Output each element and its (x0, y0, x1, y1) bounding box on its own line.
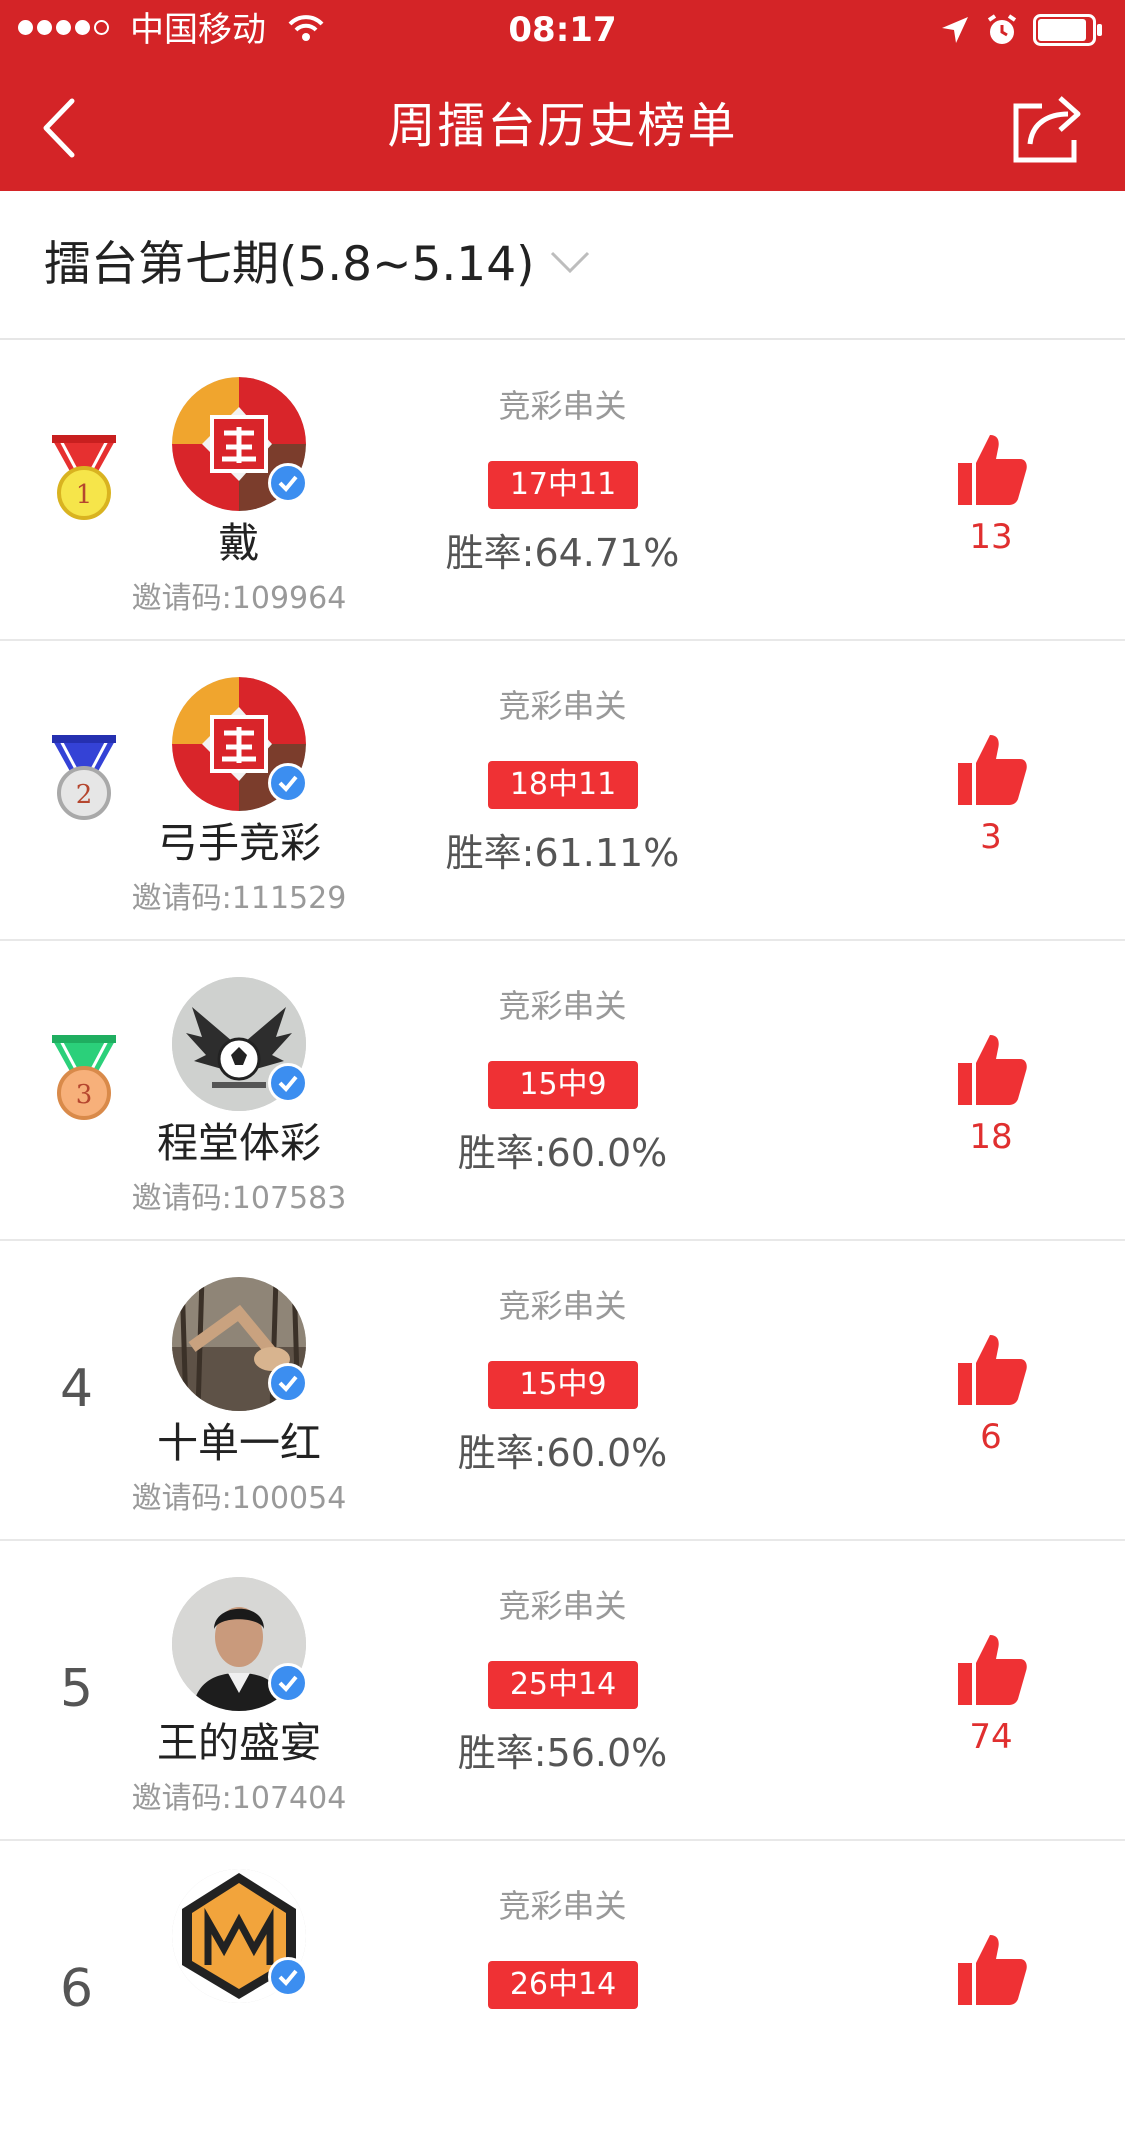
like-count: 18 (969, 1117, 1013, 1157)
invite-code: 邀请码:109964 (131, 581, 347, 616)
verified-badge-icon (268, 763, 308, 803)
thumbs-up-icon[interactable] (954, 1033, 1028, 1107)
ranking-row-5[interactable]: 5 王的盛宴 邀请码:107404 竞彩串关 25中14 胜率:56.0% 74 (0, 1541, 1125, 1841)
gold-medal-icon: 1 (52, 435, 116, 520)
location-arrow-icon (942, 17, 968, 43)
verified-badge-icon (268, 463, 308, 503)
record-badge: 25中14 (488, 1661, 638, 1709)
period-selector[interactable]: 擂台第七期(5.8~5.14) (0, 191, 1125, 340)
verified-badge-icon (268, 1957, 308, 1997)
rank-number: 5 (60, 1659, 94, 1719)
thumbs-up-icon[interactable] (954, 1933, 1028, 2007)
thumbs-up-icon[interactable] (954, 1333, 1028, 1407)
game-type: 竞彩串关 (498, 1887, 627, 1925)
verified-badge-icon (268, 1663, 308, 1703)
ranking-row-2[interactable]: 2 弓手竞彩 邀请码:111529 竞彩串关 18中11 胜率:61.11% 3 (0, 641, 1125, 941)
alarm-clock-icon (987, 14, 1017, 44)
game-type: 竞彩串关 (498, 687, 627, 725)
record-badge: 18中11 (488, 761, 638, 809)
win-rate: 胜率:61.11% (445, 831, 680, 875)
game-type: 竞彩串关 (498, 387, 627, 425)
thumbs-up-icon[interactable] (954, 1633, 1028, 1707)
game-type: 竞彩串关 (498, 1287, 627, 1325)
thumbs-up-icon[interactable] (954, 733, 1028, 807)
win-rate: 胜率:64.71% (445, 531, 680, 575)
record-badge: 17中11 (488, 461, 638, 509)
game-type: 竞彩串关 (498, 987, 627, 1025)
silver-medal-icon: 2 (52, 735, 116, 820)
win-rate: 胜率:60.0% (457, 1431, 668, 1475)
svg-text:1: 1 (76, 480, 93, 510)
user-name[interactable]: 十单一红 (88, 1417, 390, 1469)
thumbs-up-icon[interactable] (954, 433, 1028, 507)
status-bar: 中国移动 08:17 (0, 0, 1125, 60)
win-rate: 胜率:60.0% (457, 1131, 668, 1175)
invite-code: 邀请码:107583 (131, 1181, 347, 1216)
ranking-row-1[interactable]: 1 戴 邀请码:109964 竞彩串关 17中11 胜率:64.71% 13 (0, 341, 1125, 641)
ranking-row-6[interactable]: 6 竞彩串关 26中14 (0, 1841, 1125, 2141)
user-name[interactable]: 程堂体彩 (88, 1117, 390, 1169)
record-badge: 15中9 (488, 1361, 638, 1409)
ranking-row-4[interactable]: 4 十单一红 邀请码:100054 竞彩串关 15中9 胜率:60.0% 6 (0, 1241, 1125, 1541)
game-type: 竞彩串关 (498, 1587, 627, 1625)
share-button[interactable] (1012, 92, 1086, 164)
svg-text:3: 3 (76, 1080, 93, 1110)
record-badge: 15中9 (488, 1061, 638, 1109)
user-name[interactable]: 弓手竞彩 (88, 817, 390, 869)
verified-badge-icon (268, 1063, 308, 1103)
period-label: 擂台第七期(5.8~5.14) (44, 237, 535, 292)
rank-number: 4 (60, 1359, 94, 1419)
chevron-down-icon (550, 251, 590, 273)
win-rate: 胜率:56.0% (457, 1731, 668, 1775)
like-count: 6 (980, 1417, 1002, 1457)
like-count: 74 (969, 1717, 1013, 1757)
user-name[interactable]: 戴 (88, 517, 390, 569)
page-title: 周擂台历史榜单 (387, 98, 738, 154)
like-count: 13 (969, 517, 1013, 557)
invite-code: 邀请码:100054 (131, 1481, 347, 1516)
invite-code: 邀请码:107404 (131, 1781, 347, 1816)
app-header: 中国移动 08:17 周擂台历史榜单 (0, 0, 1125, 191)
record-badge: 26中14 (488, 1961, 638, 2009)
like-count: 3 (980, 817, 1002, 857)
bronze-medal-icon: 3 (52, 1035, 116, 1120)
ranking-row-3[interactable]: 3 程堂体彩 邀请码:107583 竞彩串关 15中9 胜率:60.0% 18 (0, 941, 1125, 1241)
svg-text:2: 2 (76, 780, 93, 810)
rank-number: 6 (60, 1959, 94, 2019)
verified-badge-icon (268, 1363, 308, 1403)
invite-code: 邀请码:111529 (131, 881, 347, 916)
battery-icon (1033, 14, 1102, 46)
user-name[interactable]: 王的盛宴 (88, 1717, 390, 1769)
